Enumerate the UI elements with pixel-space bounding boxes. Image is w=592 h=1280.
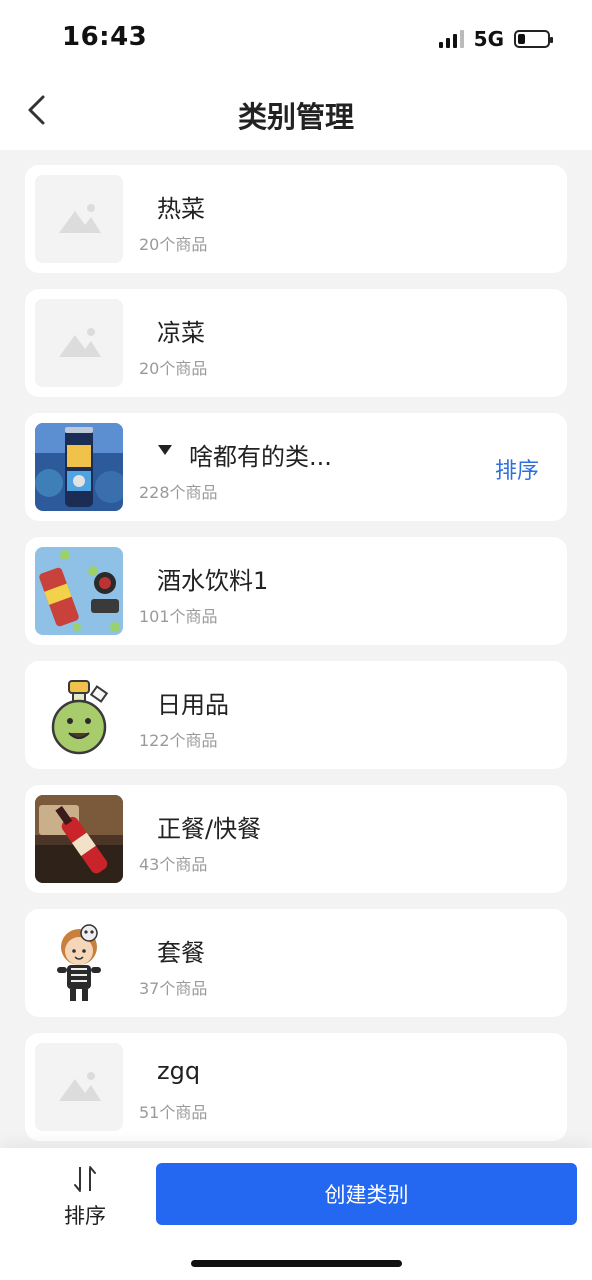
category-name: zgq [157,1057,201,1085]
category-name: 凉菜 [157,319,205,347]
category-count: 20个商品 [139,235,208,254]
sort-button-label: 排序 [64,1204,106,1228]
status-bar: 16:43 5G [0,0,592,78]
image-placeholder-icon [35,1043,123,1131]
status-indicators: 5G [438,27,553,51]
category-name: 酒水饮料1 [157,567,269,595]
image-placeholder-icon [35,175,123,263]
sort-arrows-icon [74,1166,96,1192]
category-card[interactable]: 日用品 122个商品 [25,661,567,769]
category-card[interactable]: 热菜 20个商品 [25,165,567,273]
category-card[interactable]: 酒水饮料1 101个商品 [25,537,567,645]
category-count: 51个商品 [139,1103,208,1122]
home-indicator [191,1260,402,1267]
category-image [35,423,123,511]
sort-button[interactable]: 排序 [56,1164,114,1228]
category-image [35,671,123,759]
category-name: 套餐 [157,939,205,967]
nav-bar: 类别管理 [0,78,592,150]
category-card[interactable]: 套餐 37个商品 [25,909,567,1017]
expand-triangle-icon[interactable] [157,443,173,457]
category-card[interactable]: 凉菜 20个商品 [25,289,567,397]
page-title: 类别管理 [237,100,354,134]
status-time: 16:43 [62,22,148,52]
category-list: 热菜 20个商品 凉菜 20个商品 啥都有的类... 228个商品 排序 酒水饮… [25,165,567,1157]
create-category-button[interactable]: 创建类别 [156,1163,577,1225]
category-card[interactable]: 啥都有的类... 228个商品 排序 [25,413,567,521]
category-name: 日用品 [157,691,229,719]
category-name: 正餐/快餐 [157,815,262,843]
network-label: 5G [473,27,504,51]
category-card[interactable]: zgq 51个商品 [25,1033,567,1141]
image-placeholder-icon [35,299,123,387]
category-count: 37个商品 [139,979,208,998]
category-count: 101个商品 [139,607,218,626]
category-count: 122个商品 [139,731,218,750]
sort-link[interactable]: 排序 [495,453,539,485]
signal-icon [438,30,464,48]
category-image [35,547,123,635]
category-count: 43个商品 [139,855,208,874]
category-card[interactable]: 正餐/快餐 43个商品 [25,785,567,893]
category-image [35,795,123,883]
category-name: 啥都有的类... [189,443,332,471]
category-image [35,919,123,1007]
battery-icon [514,30,553,48]
category-count: 20个商品 [139,359,208,378]
category-name: 热菜 [157,195,205,223]
category-count: 228个商品 [139,483,218,502]
